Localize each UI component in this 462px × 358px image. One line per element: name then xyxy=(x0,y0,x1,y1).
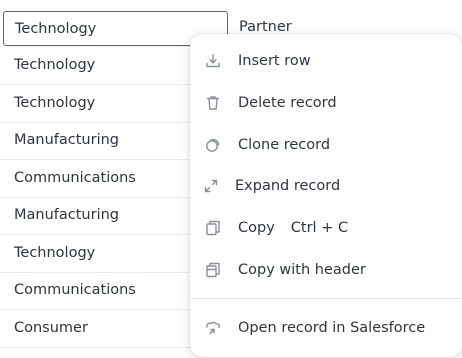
copy-with-header-label: Copy with header xyxy=(238,262,366,278)
clone-record-menu-item[interactable]: Clone record xyxy=(190,124,462,166)
menu-divider xyxy=(190,298,462,299)
delete-record-menu-item[interactable]: Delete record xyxy=(190,82,462,124)
expand-record-label: Expand record xyxy=(235,178,341,194)
trash-icon xyxy=(204,94,222,112)
open-in-salesforce-label: Open record in Salesforce xyxy=(238,320,426,336)
open-in-salesforce-menu-item[interactable]: Open record in Salesforce xyxy=(190,307,462,349)
insert-row-icon xyxy=(204,52,222,70)
insert-row-menu-item[interactable]: Insert row xyxy=(190,40,462,82)
copy-shortcut: Ctrl + C xyxy=(290,220,349,236)
clone-record-label: Clone record xyxy=(238,137,331,153)
copy-label: Copy Ctrl + C xyxy=(238,220,348,236)
insert-row-label: Insert row xyxy=(238,53,311,69)
copy-icon xyxy=(204,219,222,237)
copy-text: Copy xyxy=(238,220,275,236)
copy-with-header-icon xyxy=(204,261,222,279)
salesforce-link-icon xyxy=(204,319,222,337)
context-menu: Insert row Delete record Clone record Ex… xyxy=(190,34,462,357)
expand-icon xyxy=(202,177,220,195)
copy-menu-item[interactable]: Copy Ctrl + C xyxy=(190,207,462,249)
expand-record-menu-item[interactable]: Expand record xyxy=(190,165,462,207)
copy-with-header-menu-item[interactable]: Copy with header xyxy=(190,249,462,291)
delete-record-label: Delete record xyxy=(238,95,337,111)
clone-icon xyxy=(204,136,222,154)
